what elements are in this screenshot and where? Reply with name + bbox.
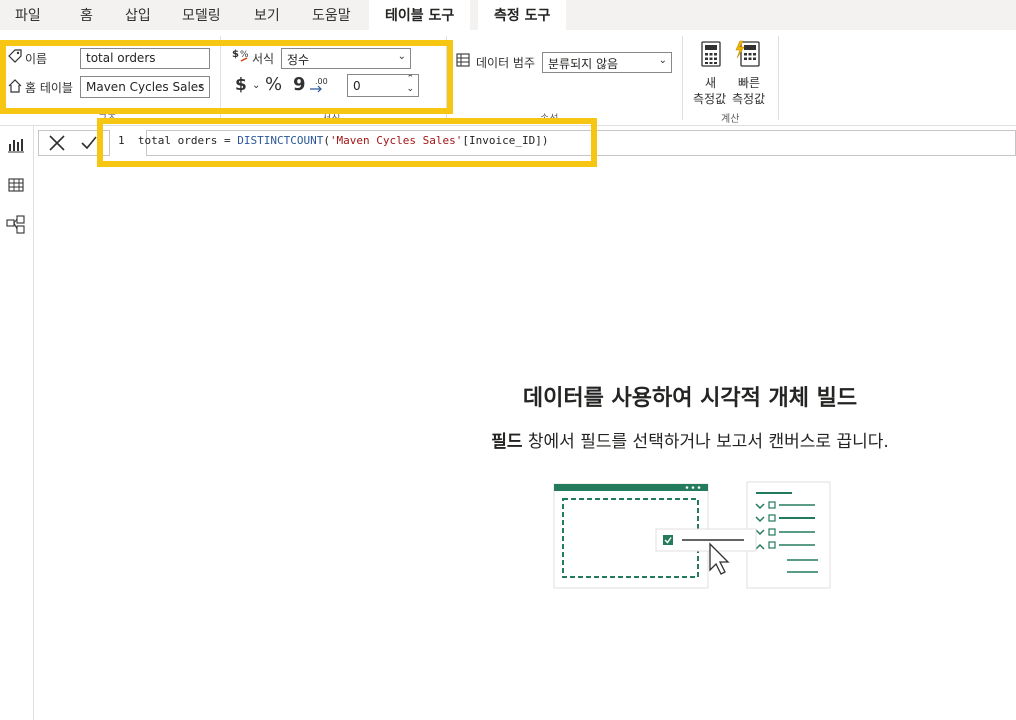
format-icon: $ % — [232, 49, 249, 62]
properties-group-label: 속성 — [540, 114, 559, 125]
cancel-icon[interactable] — [48, 134, 66, 152]
chevron-down-icon[interactable]: ⌄ — [252, 80, 260, 91]
formula-open-paren: ( — [323, 134, 330, 147]
empty-canvas-title: 데이터를 사용하여 시각적 개체 빌드 — [522, 386, 858, 411]
percent-button[interactable]: % — [265, 74, 282, 95]
quick-measure-label-1: 빠른 — [738, 76, 761, 90]
menu-file[interactable]: 파일 — [15, 5, 41, 25]
svg-text:.00: .00 — [315, 77, 328, 86]
quick-calculator-icon — [735, 40, 760, 67]
calculations-group-label: 계산 — [721, 114, 740, 125]
menu-bar: 파일 홈 삽입 모델링 보기 도움말 테이블 도구 측정 도구 — [0, 0, 1016, 30]
home-table-value: Maven Cycles Sales — [86, 80, 205, 94]
format-dropdown[interactable]: 정수 ⌄ — [281, 48, 411, 69]
tag-icon — [8, 49, 22, 63]
svg-text:$: $ — [232, 49, 239, 60]
data-category-dropdown[interactable]: 분류되지 않음 ⌄ — [542, 52, 672, 73]
home-table-label: 홈 테이블 — [25, 81, 73, 95]
build-visual-illustration — [553, 481, 831, 589]
data-category-icon — [456, 53, 470, 67]
formula-text[interactable]: 1 total orders = DISTINCTCOUNT('Maven Cy… — [118, 134, 548, 147]
menu-home[interactable]: 홈 — [80, 5, 93, 25]
ribbon-divider — [682, 36, 683, 120]
decimal-increase-icon[interactable]: .00 — [309, 76, 329, 94]
decimal-places-stepper[interactable]: 0 ⌃ ⌄ — [347, 74, 419, 97]
chevron-down-icon: ⌄ — [397, 51, 406, 62]
chevron-down-icon: ⌄ — [658, 55, 667, 66]
comma-style-button[interactable]: 9 — [293, 74, 306, 95]
empty-canvas-instruction: 창에서 필드를 선택하거나 보고서 캔버스로 끕니다. — [522, 432, 889, 452]
format-label: 서식 — [252, 52, 275, 66]
menu-insert[interactable]: 삽입 — [125, 5, 151, 25]
formula-column-ref: [Invoice_ID]) — [462, 134, 549, 147]
formatting-group-label: 서식 — [322, 114, 341, 125]
data-category-label: 데이터 범주 — [476, 56, 536, 70]
left-nav — [0, 126, 34, 720]
formula-measure-name: total orders = — [137, 134, 238, 147]
menu-modeling[interactable]: 모델링 — [182, 5, 221, 25]
model-view-icon[interactable] — [6, 214, 26, 234]
home-table-dropdown[interactable]: Maven Cycles Sales ⌄ — [80, 76, 210, 98]
new-measure-label-2: 측정값 — [693, 92, 727, 106]
data-category-value: 분류되지 않음 — [548, 57, 619, 71]
name-input[interactable]: total orders — [80, 48, 210, 69]
currency-button[interactable]: $ — [235, 75, 247, 95]
data-view-icon[interactable] — [7, 176, 25, 194]
new-measure-button[interactable]: 새 측정값 — [691, 38, 731, 108]
commit-check-icon[interactable] — [80, 134, 98, 152]
format-value: 정수 — [287, 53, 310, 67]
chevron-up-icon[interactable]: ⌃ — [406, 75, 414, 84]
home-icon — [8, 79, 22, 93]
name-label: 이름 — [25, 52, 48, 66]
empty-canvas-subtitle: 필드 창에서 필드를 선택하거나 보고서 캔버스로 끕니다. — [400, 427, 980, 452]
ribbon-divider — [220, 36, 221, 120]
formula-line-number: 1 — [118, 134, 125, 147]
ribbon-divider — [778, 36, 779, 120]
report-view-icon[interactable] — [7, 136, 25, 154]
menu-help[interactable]: 도움말 — [312, 5, 351, 25]
tab-measure-tools[interactable]: 측정 도구 — [478, 0, 567, 30]
calculator-icon — [701, 41, 721, 67]
formula-function: DISTINCTCOUNT — [237, 134, 324, 147]
new-measure-label-1: 새 — [705, 76, 717, 90]
menu-view[interactable]: 보기 — [254, 5, 280, 25]
quick-measure-button[interactable]: 빠른 측정값 — [731, 38, 771, 108]
decimal-places-value: 0 — [353, 79, 361, 93]
chevron-down-icon[interactable]: ⌄ — [406, 84, 414, 94]
ribbon-divider — [446, 36, 447, 120]
fields-pane-name: 필드 — [491, 432, 523, 452]
structure-group-label: 구조 — [98, 114, 117, 125]
ribbon: 이름 total orders 홈 테이블 Maven Cycles Sales… — [0, 30, 1016, 126]
quick-measure-label-2: 측정값 — [732, 92, 766, 106]
tab-table-tools[interactable]: 테이블 도구 — [369, 0, 471, 30]
formula-table-ref: 'Maven Cycles Sales' — [329, 134, 463, 147]
chevron-down-icon: ⌄ — [196, 79, 205, 90]
